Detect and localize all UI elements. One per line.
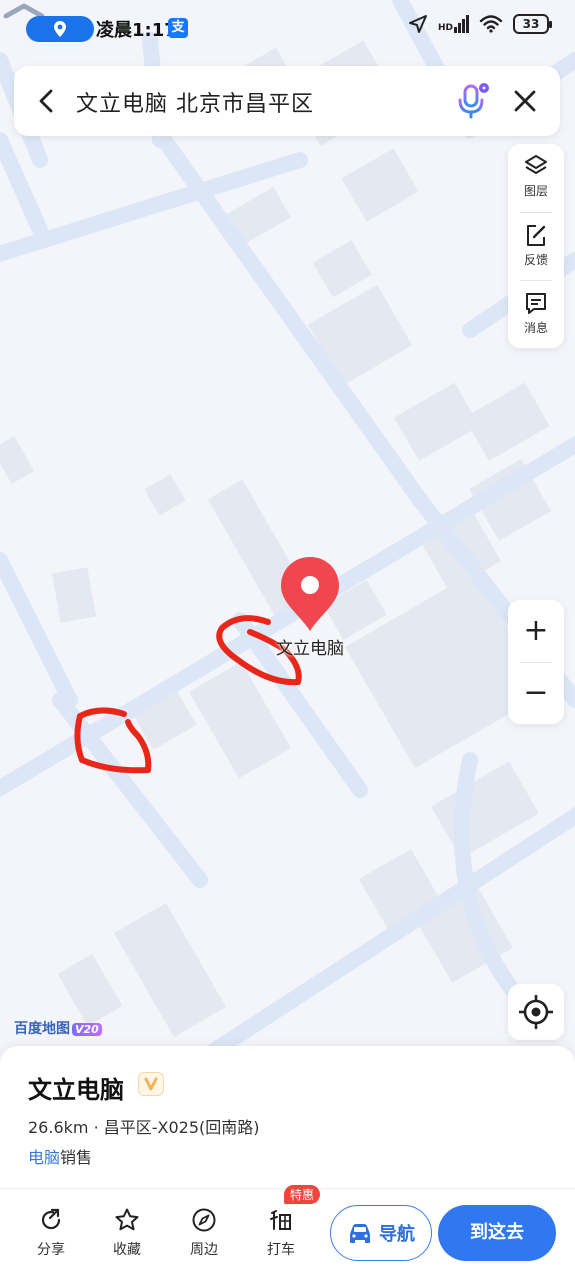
status-bar: 凌晨1:17 支 HD 33 — [0, 0, 575, 56]
bottom-action-bar: 分享 收藏 周边 打车 特惠 导航 到这去 — [0, 1185, 575, 1280]
search-bar[interactable]: 文立电脑 北京市昌平区 — [14, 66, 560, 136]
signal-icon: HD — [438, 15, 469, 33]
message-icon — [526, 293, 546, 314]
taxi-label: 打车 — [267, 1242, 295, 1258]
wifi-icon — [479, 15, 503, 33]
search-query[interactable]: 文立电脑 北京市昌平区 — [76, 86, 314, 118]
share-label: 分享 — [37, 1242, 65, 1258]
share-icon — [41, 1208, 61, 1230]
crosshair-icon — [519, 995, 553, 1029]
verified-badge — [138, 1072, 164, 1096]
share-button[interactable]: 分享 — [23, 1207, 79, 1259]
battery-indicator: 33 — [513, 14, 552, 34]
car-icon — [350, 1224, 370, 1243]
location-indicator — [26, 16, 94, 42]
map-poi-label[interactable]: 文立电脑 — [276, 634, 344, 659]
place-info-card[interactable]: 文立电脑 26.6km · 昌平区-X025(回南路) 电脑销售 — [0, 1046, 575, 1188]
zoom-out-button[interactable]: − — [508, 662, 564, 724]
locate-me-button[interactable] — [508, 984, 564, 1040]
location-marker-icon[interactable] — [278, 555, 342, 635]
messages-label: 消息 — [523, 321, 548, 335]
network-label: HD — [437, 23, 453, 33]
layers-button[interactable]: 图层 — [508, 144, 564, 210]
navigate-label: 导航 — [379, 1224, 415, 1245]
category-link[interactable]: 电脑 — [28, 1148, 60, 1167]
place-category: 电脑销售 — [28, 1144, 92, 1168]
map-version-badge: V20 — [72, 1023, 102, 1036]
feedback-label: 反馈 — [523, 253, 548, 267]
navigation-arrow-icon — [408, 15, 427, 33]
go-here-button[interactable]: 到这去 — [438, 1205, 556, 1261]
zoom-controls: + − — [508, 600, 564, 724]
feedback-button[interactable]: 反馈 — [508, 213, 564, 279]
favorite-button[interactable]: 收藏 — [99, 1207, 155, 1259]
close-icon[interactable] — [510, 86, 540, 116]
taxi-button[interactable]: 打车 — [253, 1207, 309, 1259]
category-rest: 销售 — [60, 1148, 93, 1167]
compass-icon — [192, 1208, 216, 1232]
feedback-edit-icon — [527, 225, 546, 246]
layers-icon — [525, 155, 547, 174]
zoom-in-button[interactable]: + — [508, 600, 564, 662]
map-view[interactable]: 文立电脑 百度地图 V20 — [0, 0, 575, 1060]
star-icon — [115, 1208, 139, 1231]
favorite-label: 收藏 — [113, 1242, 141, 1258]
messages-button[interactable]: 消息 — [508, 281, 564, 347]
voice-input-icon[interactable] — [452, 80, 492, 120]
map-logo: 百度地图 V20 — [14, 1018, 102, 1038]
map-canvas[interactable] — [0, 0, 575, 1060]
location-pin-icon — [54, 21, 66, 37]
place-distance-address: 26.6km · 昌平区-X025(回南路) — [28, 1118, 260, 1137]
map-tool-panel: 图层 反馈 消息 — [508, 144, 564, 348]
nearby-button[interactable]: 周边 — [176, 1207, 232, 1259]
place-name: 文立电脑 — [28, 1076, 124, 1104]
taxi-promo-badge: 特惠 — [284, 1185, 321, 1204]
map-logo-text: 百度地图 — [14, 1021, 70, 1037]
status-time: 凌晨1:17 — [96, 20, 177, 41]
status-icons: HD 33 — [408, 14, 552, 34]
taxi-icon — [270, 1210, 291, 1230]
alipay-icon: 支 — [168, 18, 188, 38]
layers-label: 图层 — [523, 184, 548, 198]
back-arrow-icon[interactable] — [32, 86, 62, 116]
nearby-label: 周边 — [190, 1242, 218, 1258]
verified-v-icon — [144, 1077, 158, 1091]
navigate-button[interactable]: 导航 — [330, 1205, 432, 1261]
